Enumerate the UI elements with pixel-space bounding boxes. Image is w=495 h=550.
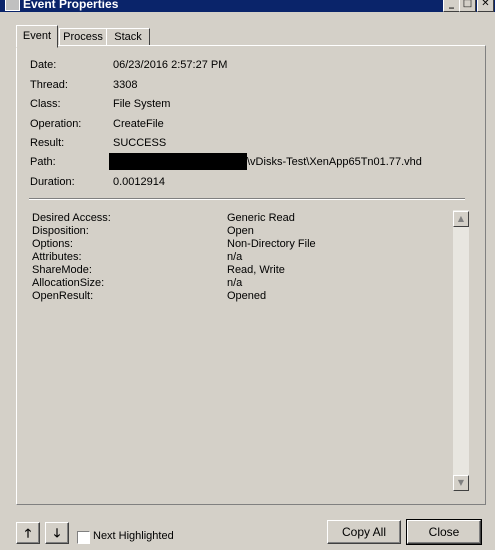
detail-value-sharemode: Read, Write — [227, 264, 285, 276]
detail-value-allocationsize: n/a — [227, 277, 243, 289]
class-label: Class: — [30, 98, 61, 110]
detail-label-attributes: Attributes: — [32, 251, 82, 263]
down-arrow-icon: 🡓 — [53, 526, 61, 540]
detail-list[interactable]: Desired Access: Generic Read Disposition… — [28, 208, 470, 493]
tab-stack[interactable]: Stack — [106, 28, 150, 46]
class-value: File System — [113, 98, 171, 110]
detail-value-desired-access: Generic Read — [227, 212, 295, 224]
next-highlighted-label[interactable]: Next Highlighted — [93, 530, 174, 542]
close-window-button[interactable]: ✕ — [477, 0, 494, 12]
result-label: Result: — [30, 137, 65, 149]
date-label: Date: — [30, 59, 57, 71]
result-value: SUCCESS — [113, 137, 167, 149]
thread-value: 3308 — [113, 79, 138, 91]
detail-label-sharemode: ShareMode: — [32, 264, 92, 276]
tab-event[interactable]: Event — [16, 25, 58, 48]
next-arrow-button[interactable]: 🡓 — [45, 522, 69, 544]
title-bar[interactable]: Event Properties _ □ ✕ — [0, 0, 495, 12]
close-button[interactable]: Close — [406, 519, 482, 545]
next-highlighted-checkbox[interactable] — [77, 531, 90, 544]
previous-arrow-button[interactable]: 🡑 — [16, 522, 40, 544]
detail-value-disposition: Open — [227, 225, 254, 237]
window-title: Event Properties — [23, 0, 119, 11]
duration-value: 0.0012914 — [113, 176, 165, 188]
detail-label-options: Options: — [32, 238, 73, 250]
date-value: 06/23/2016 2:57:27 PM — [113, 59, 228, 71]
duration-label: Duration: — [30, 176, 75, 188]
path-value: \vDisks-Test\XenApp65Tn01.77.vhd — [247, 156, 422, 168]
detail-value-attributes: n/a — [227, 251, 243, 263]
detail-scrollbar[interactable]: ▲ ▼ — [452, 210, 469, 491]
path-label: Path: — [30, 156, 56, 168]
detail-label-allocationsize: AllocationSize: — [32, 277, 105, 289]
thread-label: Thread: — [30, 79, 68, 91]
divider — [29, 198, 465, 200]
detail-value-openresult: Opened — [227, 290, 267, 302]
app-icon — [5, 0, 20, 11]
up-arrow-icon: 🡑 — [24, 526, 32, 540]
scroll-down-icon[interactable]: ▼ — [453, 475, 469, 491]
detail-label-openresult: OpenResult: — [32, 290, 94, 302]
detail-label-disposition: Disposition: — [32, 225, 89, 237]
redaction-bar — [109, 153, 247, 170]
operation-label: Operation: — [30, 118, 82, 130]
maximize-button[interactable]: □ — [459, 0, 476, 12]
minimize-button[interactable]: _ — [443, 0, 460, 12]
copy-all-button[interactable]: Copy All — [327, 520, 401, 544]
tab-process[interactable]: Process — [59, 28, 107, 46]
detail-value-options: Non-Directory File — [227, 238, 316, 250]
scroll-up-icon[interactable]: ▲ — [453, 211, 469, 227]
operation-value: CreateFile — [113, 118, 164, 130]
detail-label-desired-access: Desired Access: — [32, 212, 111, 224]
